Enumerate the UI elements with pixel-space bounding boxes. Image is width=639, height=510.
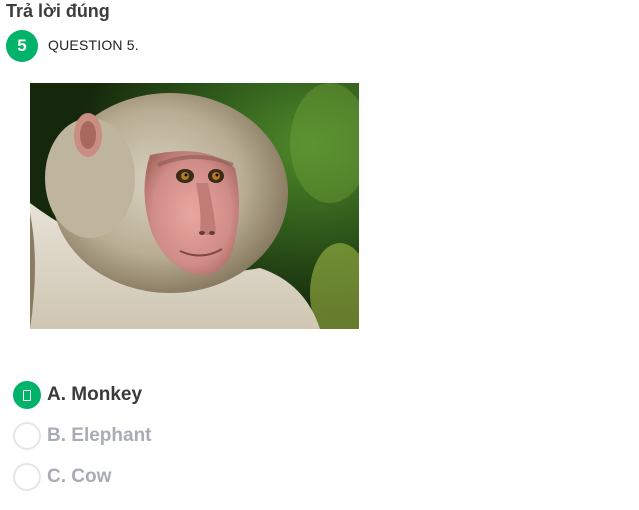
question-label: QUESTION 5. xyxy=(48,37,139,53)
option-b-label: B. Elephant xyxy=(47,425,152,446)
monkey-photo xyxy=(30,83,359,329)
option-a-radio[interactable] xyxy=(13,381,41,409)
option-b-radio[interactable] xyxy=(13,422,41,450)
option-a[interactable]: A. Monkey xyxy=(13,380,142,410)
option-c-radio[interactable] xyxy=(13,463,41,491)
check-mark-icon xyxy=(23,389,31,401)
option-c[interactable]: C. Cow xyxy=(13,462,111,492)
question-number-badge: 5 xyxy=(6,30,38,62)
option-a-label: A. Monkey xyxy=(47,384,143,405)
option-b[interactable]: B. Elephant xyxy=(13,421,152,451)
option-c-label: C. Cow xyxy=(47,466,112,487)
answer-status-title: Trả lời đúng xyxy=(6,1,110,21)
